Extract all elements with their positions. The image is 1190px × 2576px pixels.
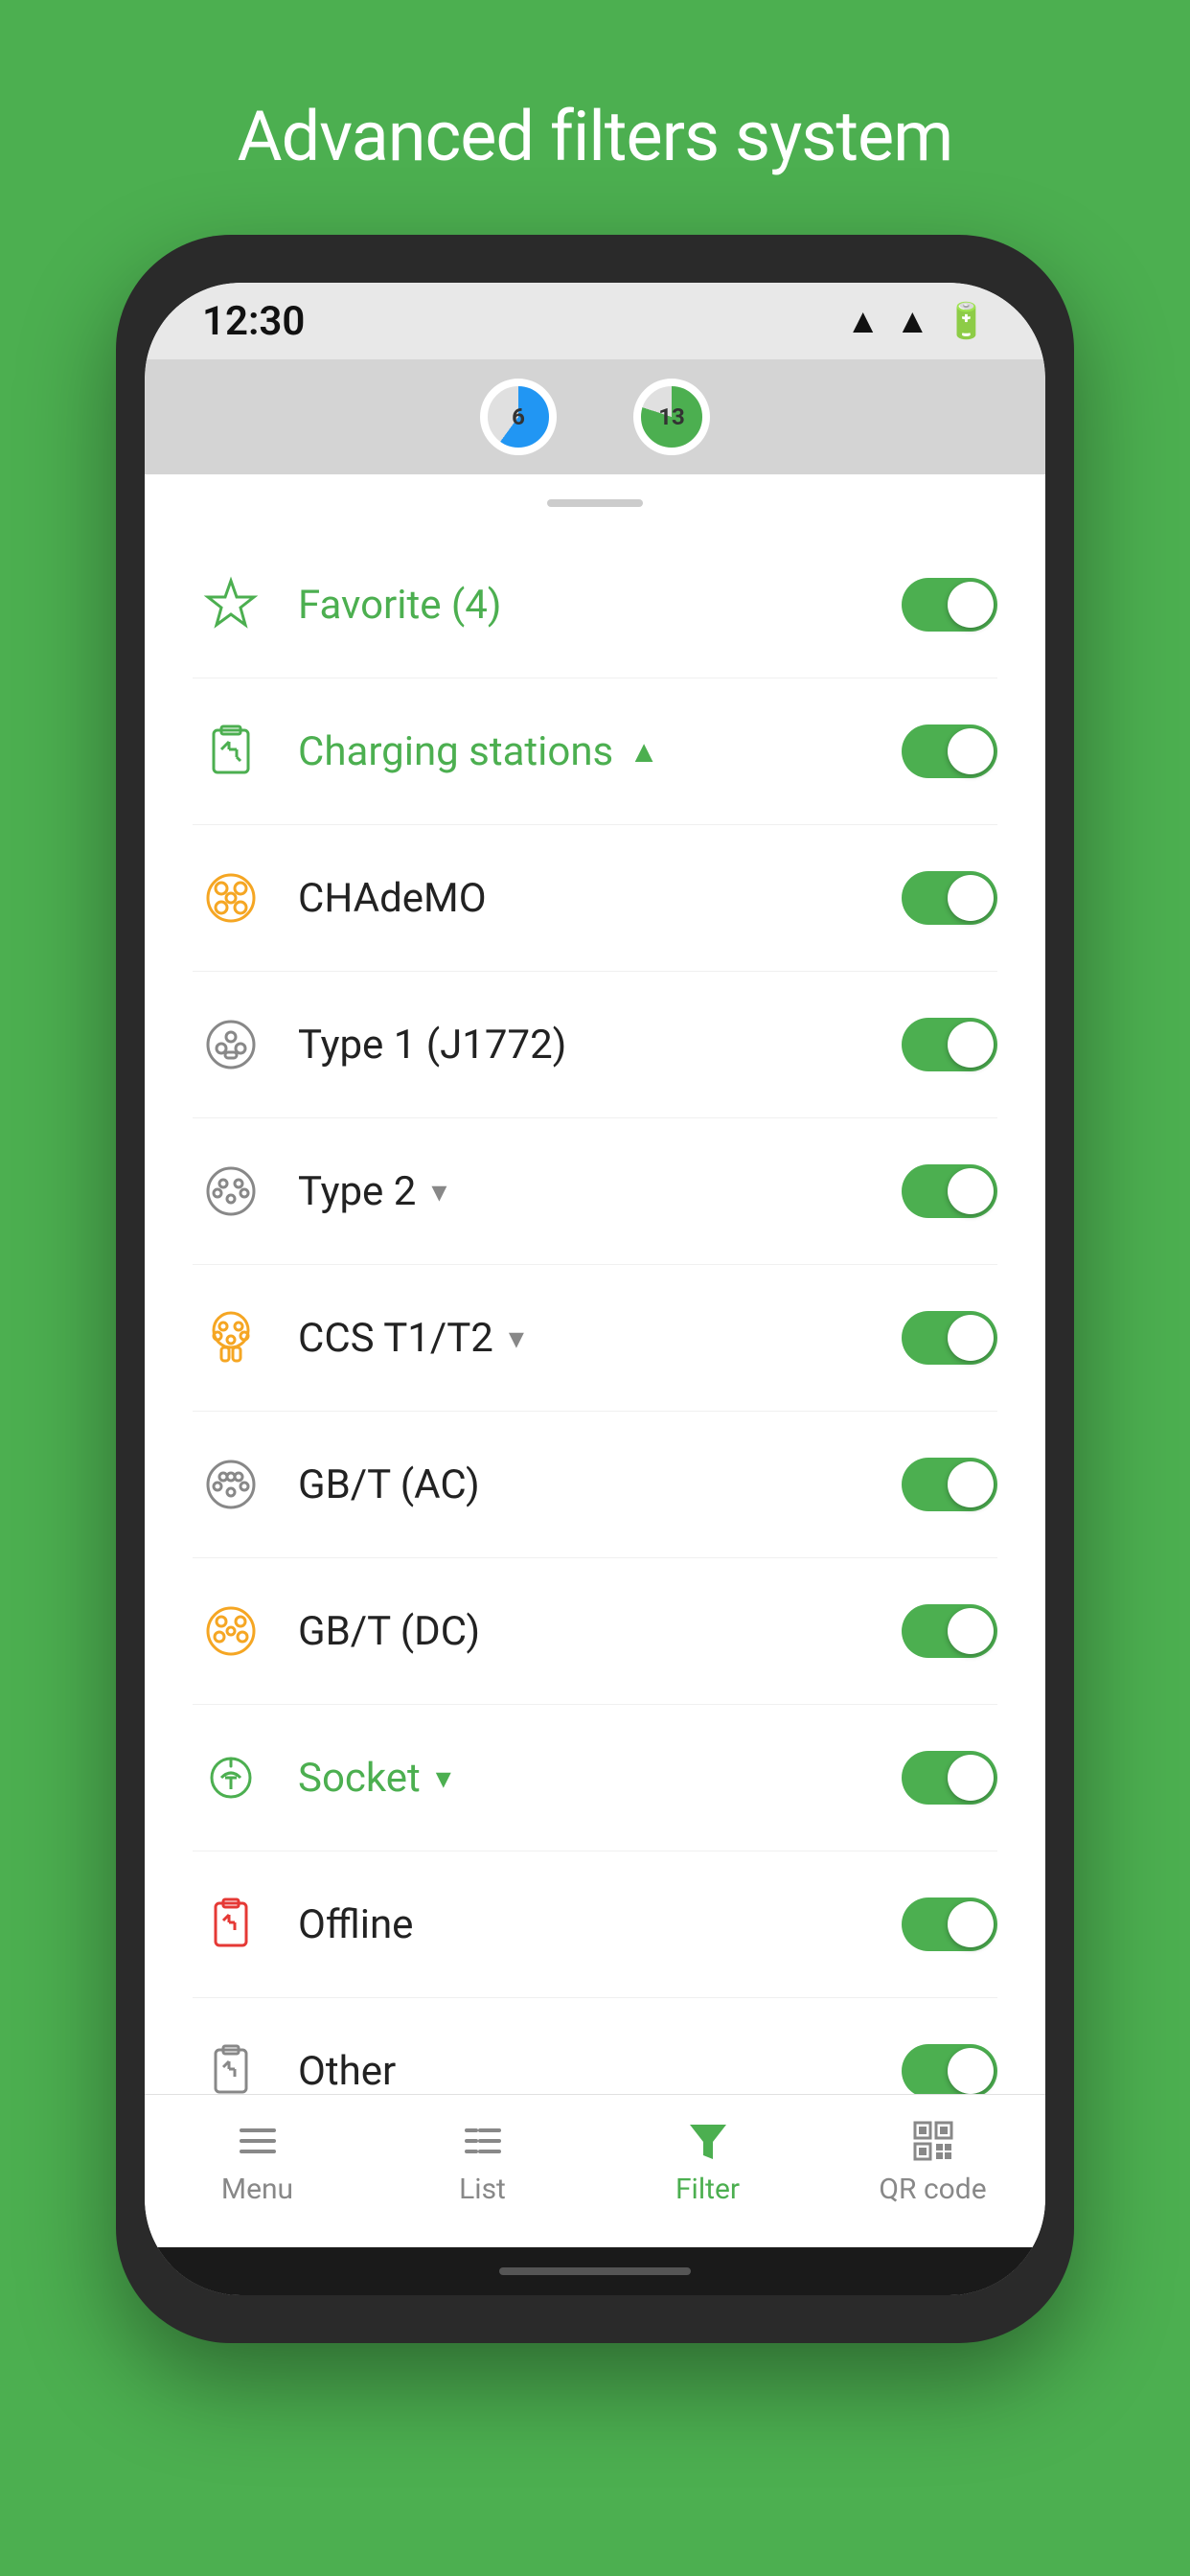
- socket-chevron: ▾: [436, 1760, 451, 1796]
- ccs-toggle[interactable]: [902, 1311, 997, 1365]
- socket-label: Socket ▾: [298, 1755, 873, 1802]
- gbt-dc-toggle[interactable]: [902, 1604, 997, 1658]
- offline-label: Offline: [298, 1901, 873, 1948]
- type1-toggle[interactable]: [902, 1018, 997, 1071]
- socket-toggle[interactable]: [902, 1751, 997, 1805]
- type2-label: Type 2 ▾: [298, 1168, 873, 1215]
- status-time: 12:30: [202, 298, 305, 345]
- page-title: Advanced filters system: [238, 96, 953, 177]
- gbt-dc-icon: [193, 1593, 269, 1669]
- gbt-ac-icon: [193, 1446, 269, 1523]
- chademo-label: CHAdeMO: [298, 875, 873, 922]
- filter-item-chademo[interactable]: CHAdeMO: [193, 825, 997, 972]
- charging-stations-chevron: ▲: [629, 733, 659, 770]
- filter-icon: [684, 2117, 732, 2165]
- menu-label: Menu: [221, 2173, 293, 2206]
- map-marker-2: 13: [633, 379, 710, 455]
- filter-item-charging-stations[interactable]: Charging stations ▲: [193, 678, 997, 825]
- offline-icon: [193, 1886, 269, 1963]
- gbt-dc-label: GB/T (DC): [298, 1608, 873, 1655]
- type1-label: Type 1 (J1772): [298, 1022, 873, 1069]
- home-indicator: [145, 2247, 1045, 2295]
- nav-qr[interactable]: QR code: [837, 2117, 1029, 2206]
- list-label: List: [459, 2173, 506, 2206]
- screen-content: 12:30 ▲ ▲ 🔋 6 13: [145, 283, 1045, 2295]
- drag-handle-bar: [547, 499, 643, 507]
- ccs-chevron: ▾: [509, 1320, 524, 1356]
- filter-item-favorite[interactable]: Favorite (4): [193, 532, 997, 678]
- nav-list[interactable]: List: [387, 2117, 579, 2206]
- filter-list: Favorite (4): [145, 532, 1045, 2094]
- gbt-ac-label: GB/T (AC): [298, 1461, 873, 1508]
- signal-icon: ▲: [896, 301, 930, 341]
- other-label: Other: [298, 2048, 873, 2095]
- chademo-icon: [193, 860, 269, 936]
- charging-stations-label: Charging stations ▲: [298, 728, 873, 775]
- filter-item-type1[interactable]: Type 1 (J1772): [193, 972, 997, 1118]
- gbt-ac-toggle[interactable]: [902, 1458, 997, 1511]
- star-icon: [193, 566, 269, 643]
- type2-chevron: ▾: [431, 1173, 446, 1209]
- type1-icon: [193, 1006, 269, 1083]
- filter-item-type2[interactable]: Type 2 ▾: [193, 1118, 997, 1265]
- filter-item-other[interactable]: Other: [193, 1998, 997, 2094]
- other-icon: [193, 2033, 269, 2094]
- bottom-navigation: Menu List: [145, 2094, 1045, 2247]
- filter-item-gbt-ac[interactable]: GB/T (AC): [193, 1412, 997, 1558]
- nav-filter[interactable]: Filter: [612, 2117, 804, 2206]
- type2-icon: [193, 1153, 269, 1230]
- chademo-toggle[interactable]: [902, 871, 997, 925]
- wifi-icon: ▲: [846, 301, 881, 341]
- filter-item-gbt-dc[interactable]: GB/T (DC): [193, 1558, 997, 1705]
- filter-item-ccs[interactable]: CCS T1/T2 ▾: [193, 1265, 997, 1412]
- favorite-label: Favorite (4): [298, 582, 873, 629]
- charging-station-icon: [193, 713, 269, 790]
- status-icons: ▲ ▲ 🔋: [846, 301, 988, 341]
- menu-icon: [234, 2117, 282, 2165]
- ccs-label: CCS T1/T2 ▾: [298, 1315, 873, 1362]
- home-bar: [499, 2267, 691, 2275]
- filter-label: Filter: [675, 2173, 740, 2206]
- qr-icon: [909, 2117, 957, 2165]
- list-icon: [459, 2117, 507, 2165]
- ccs-icon: [193, 1300, 269, 1376]
- battery-icon: 🔋: [945, 301, 988, 341]
- phone-screen: 12:30 ▲ ▲ 🔋 6 13: [145, 283, 1045, 2295]
- map-preview: 6 13: [145, 359, 1045, 474]
- offline-toggle[interactable]: [902, 1898, 997, 1951]
- nav-menu[interactable]: Menu: [162, 2117, 354, 2206]
- status-bar: 12:30 ▲ ▲ 🔋: [145, 283, 1045, 359]
- qr-label: QR code: [879, 2173, 986, 2206]
- phone-frame: 12:30 ▲ ▲ 🔋 6 13: [116, 235, 1074, 2343]
- charging-stations-toggle[interactable]: [902, 724, 997, 778]
- map-marker-1: 6: [480, 379, 557, 455]
- type2-toggle[interactable]: [902, 1164, 997, 1218]
- filter-item-socket[interactable]: Socket ▾: [193, 1705, 997, 1852]
- favorite-toggle[interactable]: [902, 578, 997, 632]
- drag-handle[interactable]: [145, 474, 1045, 532]
- filter-item-offline[interactable]: Offline: [193, 1852, 997, 1998]
- socket-icon: [193, 1739, 269, 1816]
- other-toggle[interactable]: [902, 2044, 997, 2094]
